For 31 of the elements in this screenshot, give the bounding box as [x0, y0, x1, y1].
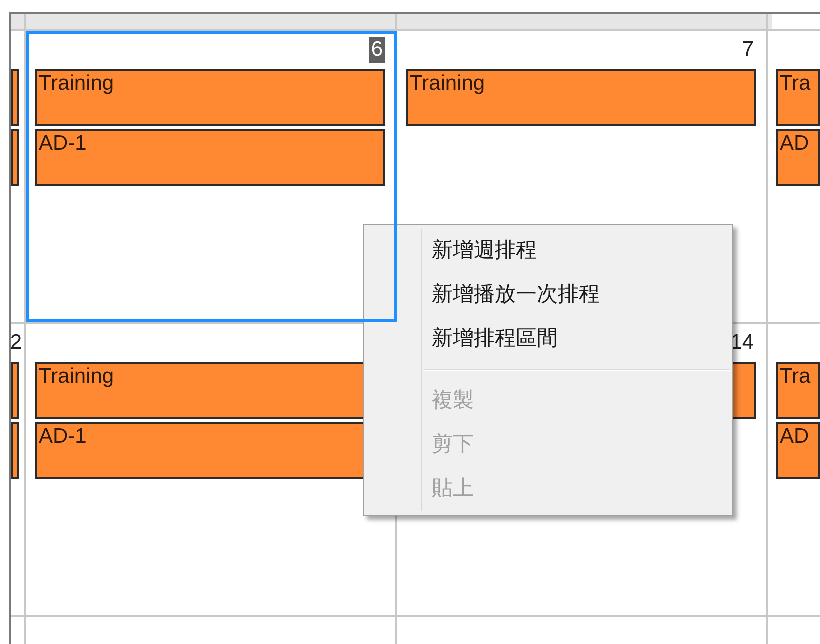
menu-item[interactable]: 新增播放一次排程	[422, 273, 732, 317]
event-title: Training	[39, 365, 114, 388]
event-title: Training	[410, 72, 486, 95]
day-number: 7	[741, 37, 755, 63]
event-bar[interactable]: Tra	[776, 362, 820, 419]
day-number: 2	[11, 330, 23, 356]
event-bar[interactable]	[11, 422, 19, 479]
day-cell[interactable]	[11, 31, 26, 322]
event-bar[interactable]: AD	[776, 129, 820, 186]
event-bar[interactable]	[11, 129, 19, 186]
event-bar[interactable]: Training	[406, 69, 756, 126]
event-title: AD	[780, 425, 810, 448]
event-title: Tra	[780, 365, 811, 388]
day-cell[interactable]: 6 Training AD-1	[26, 31, 397, 322]
event-bar[interactable]: Tra	[776, 69, 820, 126]
menu-item[interactable]: 新增週排程	[422, 229, 732, 273]
event-title: AD-1	[39, 425, 87, 448]
event-bar[interactable]: AD	[776, 422, 820, 479]
event-title: Tra	[780, 72, 811, 95]
event-title: AD-1	[39, 132, 87, 155]
event-title: Training	[39, 72, 114, 95]
day-number: 6	[369, 37, 385, 63]
event-bar[interactable]	[11, 362, 19, 419]
day-cell[interactable]: Tra AD	[768, 324, 820, 615]
event-bar[interactable]	[11, 69, 19, 126]
day-cell[interactable]: Tra AD	[768, 31, 820, 322]
day-cell[interactable]: 2	[11, 324, 26, 615]
event-bar[interactable]: AD-1	[35, 129, 385, 186]
event-bar[interactable]: Training	[35, 69, 385, 126]
event-title: AD	[780, 132, 810, 155]
day-number: 14	[730, 330, 755, 356]
